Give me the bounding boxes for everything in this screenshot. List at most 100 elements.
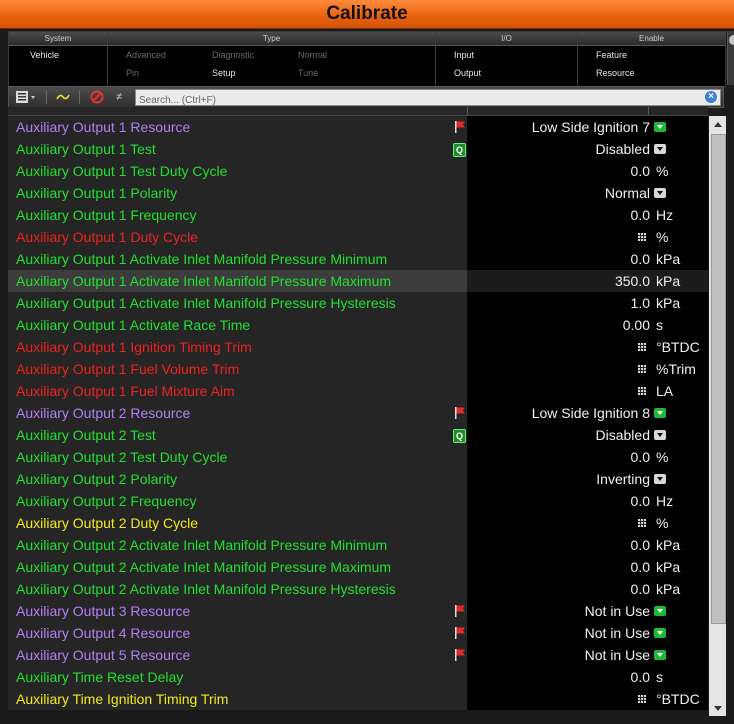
parameter-row[interactable]: Auxiliary Output 2 Activate Inlet Manifo…: [8, 556, 708, 578]
parameter-value[interactable]: 0.0: [631, 248, 650, 270]
parameter-row[interactable]: Auxiliary Output 2 Activate Inlet Manifo…: [8, 534, 708, 556]
filter-diagnostic[interactable]: Diagnostic: [212, 49, 254, 61]
filter-output[interactable]: Output: [454, 67, 481, 79]
filter-tune[interactable]: Tune: [298, 67, 318, 79]
dropdown-arrow-icon[interactable]: [654, 606, 666, 616]
parameter-value[interactable]: Inverting: [596, 468, 650, 490]
parameter-value[interactable]: 0.0: [631, 578, 650, 600]
filter-resource[interactable]: Resource: [596, 67, 635, 79]
parameter-value[interactable]: Not in Use: [585, 622, 650, 644]
parameter-row[interactable]: Auxiliary Output 1 Fuel Mixture Aim LA: [8, 380, 708, 402]
value-cell[interactable]: [467, 160, 708, 182]
value-cell[interactable]: [467, 138, 708, 160]
parameter-row[interactable]: Auxiliary Output 1 Ignition Timing Trim °…: [8, 336, 708, 358]
table-icon[interactable]: [638, 343, 646, 351]
search-input[interactable]: [136, 93, 699, 108]
parameter-row[interactable]: Auxiliary Output 1 Test Q Disabled: [8, 138, 708, 160]
parameter-row[interactable]: Auxiliary Output 1 Resource Low Side Igni…: [8, 116, 708, 138]
parameter-row[interactable]: Auxiliary Output 5 Resource Not in Use: [8, 644, 708, 666]
parameter-row[interactable]: Auxiliary Output 1 Activate Inlet Manifo…: [8, 292, 708, 314]
parameter-row[interactable]: Auxiliary Output 2 Resource Low Side Igni…: [8, 402, 708, 424]
parameter-value[interactable]: 0.0: [631, 666, 650, 688]
filter-header-enable[interactable]: Enable: [578, 32, 725, 46]
parameter-value[interactable]: 0.0: [631, 490, 650, 512]
parameter-row[interactable]: Auxiliary Output 1 Activate Inlet Manifo…: [8, 270, 708, 292]
filter-header-io[interactable]: I/O: [436, 32, 577, 46]
parameter-row[interactable]: Auxiliary Output 1 Activate Inlet Manifo…: [8, 248, 708, 270]
table-icon[interactable]: [638, 387, 646, 395]
value-cell[interactable]: [467, 226, 708, 248]
parameter-value[interactable]: 1.0: [631, 292, 650, 314]
dropdown-arrow-icon[interactable]: [654, 628, 666, 638]
no-entry-icon[interactable]: [88, 89, 106, 105]
filter-input[interactable]: Input: [454, 49, 474, 61]
value-cell[interactable]: [467, 182, 708, 204]
parameter-value[interactable]: Low Side Ignition 7: [532, 116, 650, 138]
panel-side-tab[interactable]: [727, 31, 734, 85]
parameter-value[interactable]: Not in Use: [585, 644, 650, 666]
parameter-row[interactable]: Auxiliary Time Ignition Timing Trim °BTDC: [8, 688, 708, 710]
dropdown-arrow-icon[interactable]: [654, 650, 666, 660]
dropdown-arrow-icon[interactable]: [654, 408, 666, 418]
dropdown-arrow-icon[interactable]: [654, 430, 666, 440]
parameter-value[interactable]: Disabled: [596, 424, 650, 446]
parameter-value[interactable]: 0.0: [631, 160, 650, 182]
dropdown-arrow-icon[interactable]: [654, 122, 666, 132]
parameter-value[interactable]: 0.0: [631, 446, 650, 468]
column-divider[interactable]: [467, 107, 468, 115]
parameter-value[interactable]: 350.0: [615, 270, 650, 292]
parameter-row[interactable]: Auxiliary Output 3 Resource Not in Use: [8, 600, 708, 622]
value-cell[interactable]: [467, 512, 708, 534]
dropdown-arrow-icon[interactable]: [654, 474, 666, 484]
filter-header-system[interactable]: System: [9, 32, 107, 46]
table-icon[interactable]: [638, 365, 646, 373]
value-cell[interactable]: [467, 314, 708, 336]
column-divider[interactable]: [648, 107, 649, 115]
parameter-value[interactable]: Disabled: [596, 138, 650, 160]
value-cell[interactable]: [467, 446, 708, 468]
table-icon[interactable]: [638, 695, 646, 703]
parameter-row[interactable]: Auxiliary Output 1 Activate Race Time 0.0…: [8, 314, 708, 336]
clear-search-icon[interactable]: ×: [705, 91, 717, 103]
parameter-row[interactable]: Auxiliary Output 1 Test Duty Cycle 0.0%: [8, 160, 708, 182]
scroll-up-icon[interactable]: [709, 116, 726, 132]
parameter-value[interactable]: 0.00: [623, 314, 650, 336]
parameter-row[interactable]: Auxiliary Output 1 Duty Cycle%: [8, 226, 708, 248]
parameter-value[interactable]: Low Side Ignition 8: [532, 402, 650, 424]
filter-header-type[interactable]: Type: [108, 32, 435, 46]
parameter-row[interactable]: Auxiliary Time Reset Delay 0.0 s: [8, 666, 708, 688]
parameter-value[interactable]: 0.0: [631, 534, 650, 556]
filter-setup[interactable]: Setup: [212, 67, 236, 79]
filter-feature[interactable]: Feature: [596, 49, 627, 61]
list-view-icon[interactable]: [13, 89, 41, 105]
value-cell[interactable]: [467, 424, 708, 446]
parameter-row[interactable]: Auxiliary Output 2 Polarity Inverting: [8, 468, 708, 490]
not-equal-button[interactable]: ≠: [111, 89, 127, 105]
parameter-value[interactable]: 0.0: [631, 556, 650, 578]
vertical-scrollbar[interactable]: [709, 116, 726, 716]
parameter-row[interactable]: Auxiliary Output 2 Frequency 0.0 Hz: [8, 490, 708, 512]
parameter-row[interactable]: Auxiliary Output 1 Frequency 0.0 Hz: [8, 204, 708, 226]
parameter-row[interactable]: Auxiliary Output 1 Fuel Volume Trim %Trim: [8, 358, 708, 380]
parameter-value[interactable]: Normal: [605, 182, 650, 204]
parameter-row[interactable]: Auxiliary Output 2 Test Duty Cycle 0.0%: [8, 446, 708, 468]
scroll-down-icon[interactable]: [709, 700, 726, 716]
parameter-row[interactable]: Auxiliary Output 2 Test Q Disabled: [8, 424, 708, 446]
value-cell[interactable]: [467, 468, 708, 490]
parameter-value[interactable]: Not in Use: [585, 600, 650, 622]
table-icon[interactable]: [638, 233, 646, 241]
parameter-row[interactable]: Auxiliary Output 2 Duty Cycle%: [8, 512, 708, 534]
parameter-row[interactable]: Auxiliary Output 2 Activate Inlet Manifo…: [8, 578, 708, 600]
parameter-row[interactable]: Auxiliary Output 4 Resource Not in Use: [8, 622, 708, 644]
parameter-value[interactable]: 0.0: [631, 204, 650, 226]
filter-advanced[interactable]: Advanced: [126, 49, 166, 61]
dropdown-arrow-icon[interactable]: [654, 188, 666, 198]
filter-pin[interactable]: Pin: [126, 67, 139, 79]
filter-normal[interactable]: Normal: [298, 49, 327, 61]
parameter-row[interactable]: Auxiliary Output 1 Polarity Normal: [8, 182, 708, 204]
table-icon[interactable]: [638, 519, 646, 527]
filter-vehicle[interactable]: Vehicle: [30, 49, 59, 61]
wave-icon[interactable]: [54, 89, 72, 105]
dropdown-arrow-icon[interactable]: [654, 144, 666, 154]
value-cell[interactable]: [467, 666, 708, 688]
